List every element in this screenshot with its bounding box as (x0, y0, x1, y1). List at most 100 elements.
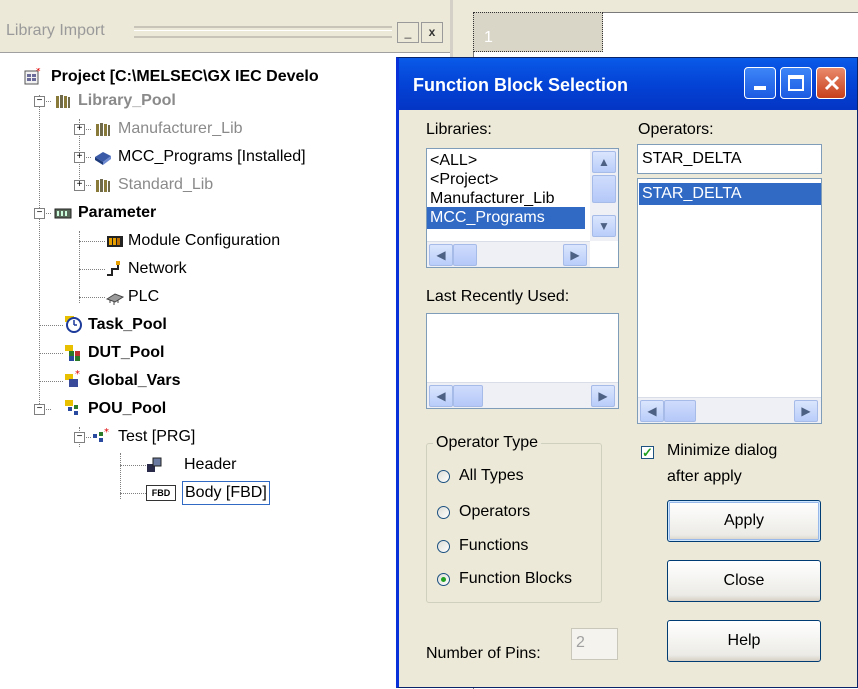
minimize-icon: _ (404, 25, 412, 39)
tree-line (39, 381, 63, 382)
tree-node-project[interactable]: * Project [C:\MELSEC\GX IEC Develo (24, 65, 454, 89)
radio-label: Functions (459, 537, 529, 554)
tree-line (39, 353, 63, 354)
tree-node-test-prg[interactable]: − * Test [PRG] (74, 425, 294, 449)
scroll-thumb[interactable] (664, 400, 696, 422)
scroll-thumb[interactable] (592, 175, 616, 203)
last-recently-used-listbox[interactable]: ◀ ▶ (426, 313, 619, 409)
tree-node-global-vars[interactable]: * Global_Vars (64, 369, 264, 393)
tree-node-network[interactable]: Network (106, 257, 306, 281)
tree-node-manufacturer-lib[interactable]: + Manufacturer_Lib (74, 117, 374, 141)
tree-line (79, 297, 105, 298)
project-tree[interactable]: * Project [C:\MELSEC\GX IEC Develo − Lib… (0, 52, 453, 689)
dialog-minimize-button[interactable] (744, 67, 776, 99)
lru-horizontal-scrollbar[interactable]: ◀ ▶ (427, 382, 618, 408)
dialog-maximize-button[interactable] (780, 67, 812, 99)
editor-network-number[interactable]: 1 (473, 12, 603, 52)
operator-filter-input[interactable] (637, 144, 822, 174)
header-icon (147, 457, 162, 472)
expand-icon[interactable]: + (74, 124, 85, 135)
dialog-close-button[interactable] (816, 67, 846, 99)
tree-label-header: Header (184, 456, 237, 473)
tree-node-pou-pool[interactable]: − POU_Pool (34, 397, 234, 421)
tree-node-body-fbd[interactable]: FBD Body [FBD] (146, 481, 306, 505)
tree-line (120, 493, 146, 494)
apply-button[interactable]: Apply (667, 500, 821, 542)
tree-node-library-pool[interactable]: − Library_Pool (34, 89, 334, 113)
radio-button[interactable] (437, 506, 450, 519)
scroll-left-icon[interactable]: ◀ (640, 400, 664, 422)
tree-node-standard-lib[interactable]: + Standard_Lib (74, 173, 374, 197)
panel-close-button[interactable]: x (421, 22, 443, 43)
maximize-icon (788, 75, 804, 91)
tree-label-mcc-programs: MCC_Programs [Installed] (118, 148, 306, 165)
tree-node-task-pool[interactable]: Task_Pool (64, 313, 264, 337)
tree-label-library-pool: Library_Pool (78, 92, 176, 109)
libraries-vertical-scrollbar[interactable]: ▲ ▼ (590, 149, 618, 241)
scroll-left-icon[interactable]: ◀ (429, 244, 453, 266)
scroll-left-icon[interactable]: ◀ (429, 385, 453, 407)
operators-listbox[interactable]: STAR_DELTA ◀ ▶ (637, 178, 822, 424)
tree-node-mcc-programs[interactable]: + MCC_Programs [Installed] (74, 145, 394, 169)
radio-button[interactable] (437, 540, 450, 553)
minimize-dialog-checkbox[interactable]: ✓ (641, 446, 654, 459)
tree-line (79, 269, 105, 270)
global-vars-icon: * (65, 370, 80, 387)
scroll-right-icon[interactable]: ▶ (563, 244, 587, 266)
scroll-thumb[interactable] (453, 385, 483, 407)
radio-button-selected[interactable] (437, 573, 450, 586)
radio-label: Function Blocks (459, 570, 572, 587)
tree-node-plc[interactable]: PLC (106, 285, 306, 309)
scroll-thumb[interactable] (453, 244, 477, 266)
scroll-right-icon[interactable]: ▶ (794, 400, 818, 422)
operator-item-selected[interactable]: STAR_DELTA (639, 183, 821, 205)
close-icon (824, 75, 840, 91)
project-icon: * (24, 68, 41, 85)
collapse-icon[interactable]: − (34, 96, 45, 107)
pou-icon (65, 400, 78, 415)
panel-minimize-button[interactable]: _ (397, 22, 419, 43)
tree-label-test-prg: Test [PRG] (118, 428, 196, 445)
scroll-right-icon[interactable]: ▶ (591, 385, 615, 407)
minimize-icon (754, 86, 766, 90)
close-button[interactable]: Close (667, 560, 821, 602)
last-recently-used-label: Last Recently Used: (426, 288, 570, 305)
close-icon: x (428, 25, 436, 39)
tree-node-parameter[interactable]: − Parameter (34, 201, 334, 225)
tree-label-plc: PLC (128, 288, 160, 305)
collapse-icon[interactable]: − (74, 432, 85, 443)
tree-label-global-vars: Global_Vars (88, 372, 181, 389)
library-import-title: Library Import (6, 22, 105, 39)
operators-horizontal-scrollbar[interactable]: ◀ ▶ (638, 397, 821, 423)
scroll-up-icon[interactable]: ▲ (592, 151, 616, 173)
tree-node-header[interactable]: Header (146, 453, 306, 477)
radio-label: All Types (459, 467, 524, 484)
library-books-icon (96, 179, 110, 192)
tree-line (79, 241, 105, 242)
titlebar-grip (134, 26, 392, 38)
help-button[interactable]: Help (667, 620, 821, 662)
svg-text:*: * (104, 427, 109, 438)
tree-label-parameter: Parameter (78, 204, 157, 221)
tree-line (39, 95, 40, 406)
library-import-panel: Library Import _ x * Project [C:\MELSEC\… (0, 0, 453, 689)
collapse-icon[interactable]: − (34, 208, 45, 219)
library-import-titlebar[interactable]: Library Import _ x (0, 0, 453, 52)
scroll-down-icon[interactable]: ▼ (592, 215, 616, 237)
tree-label-project: Project [C:\MELSEC\GX IEC Develo (51, 68, 319, 85)
library-books-icon (96, 123, 110, 136)
tree-node-dut-pool[interactable]: DUT_Pool (64, 341, 264, 365)
libraries-listbox[interactable]: <ALL> <Project> Manufacturer_Lib MCC_Pro… (426, 148, 619, 268)
clock-icon (65, 316, 82, 333)
radio-button[interactable] (437, 470, 450, 483)
tree-label-network: Network (128, 260, 187, 277)
tree-node-module-configuration[interactable]: Module Configuration (106, 229, 406, 253)
dialog-titlebar[interactable]: Function Block Selection (399, 58, 857, 110)
libraries-horizontal-scrollbar[interactable]: ◀ ▶ (427, 241, 590, 267)
tree-label-dut-pool: DUT_Pool (88, 344, 165, 361)
library-item-selected[interactable]: MCC_Programs (427, 207, 585, 229)
collapse-icon[interactable]: − (34, 404, 45, 415)
expand-icon[interactable]: + (74, 152, 85, 163)
expand-icon[interactable]: + (74, 180, 85, 191)
dialog-title: Function Block Selection (413, 75, 629, 95)
